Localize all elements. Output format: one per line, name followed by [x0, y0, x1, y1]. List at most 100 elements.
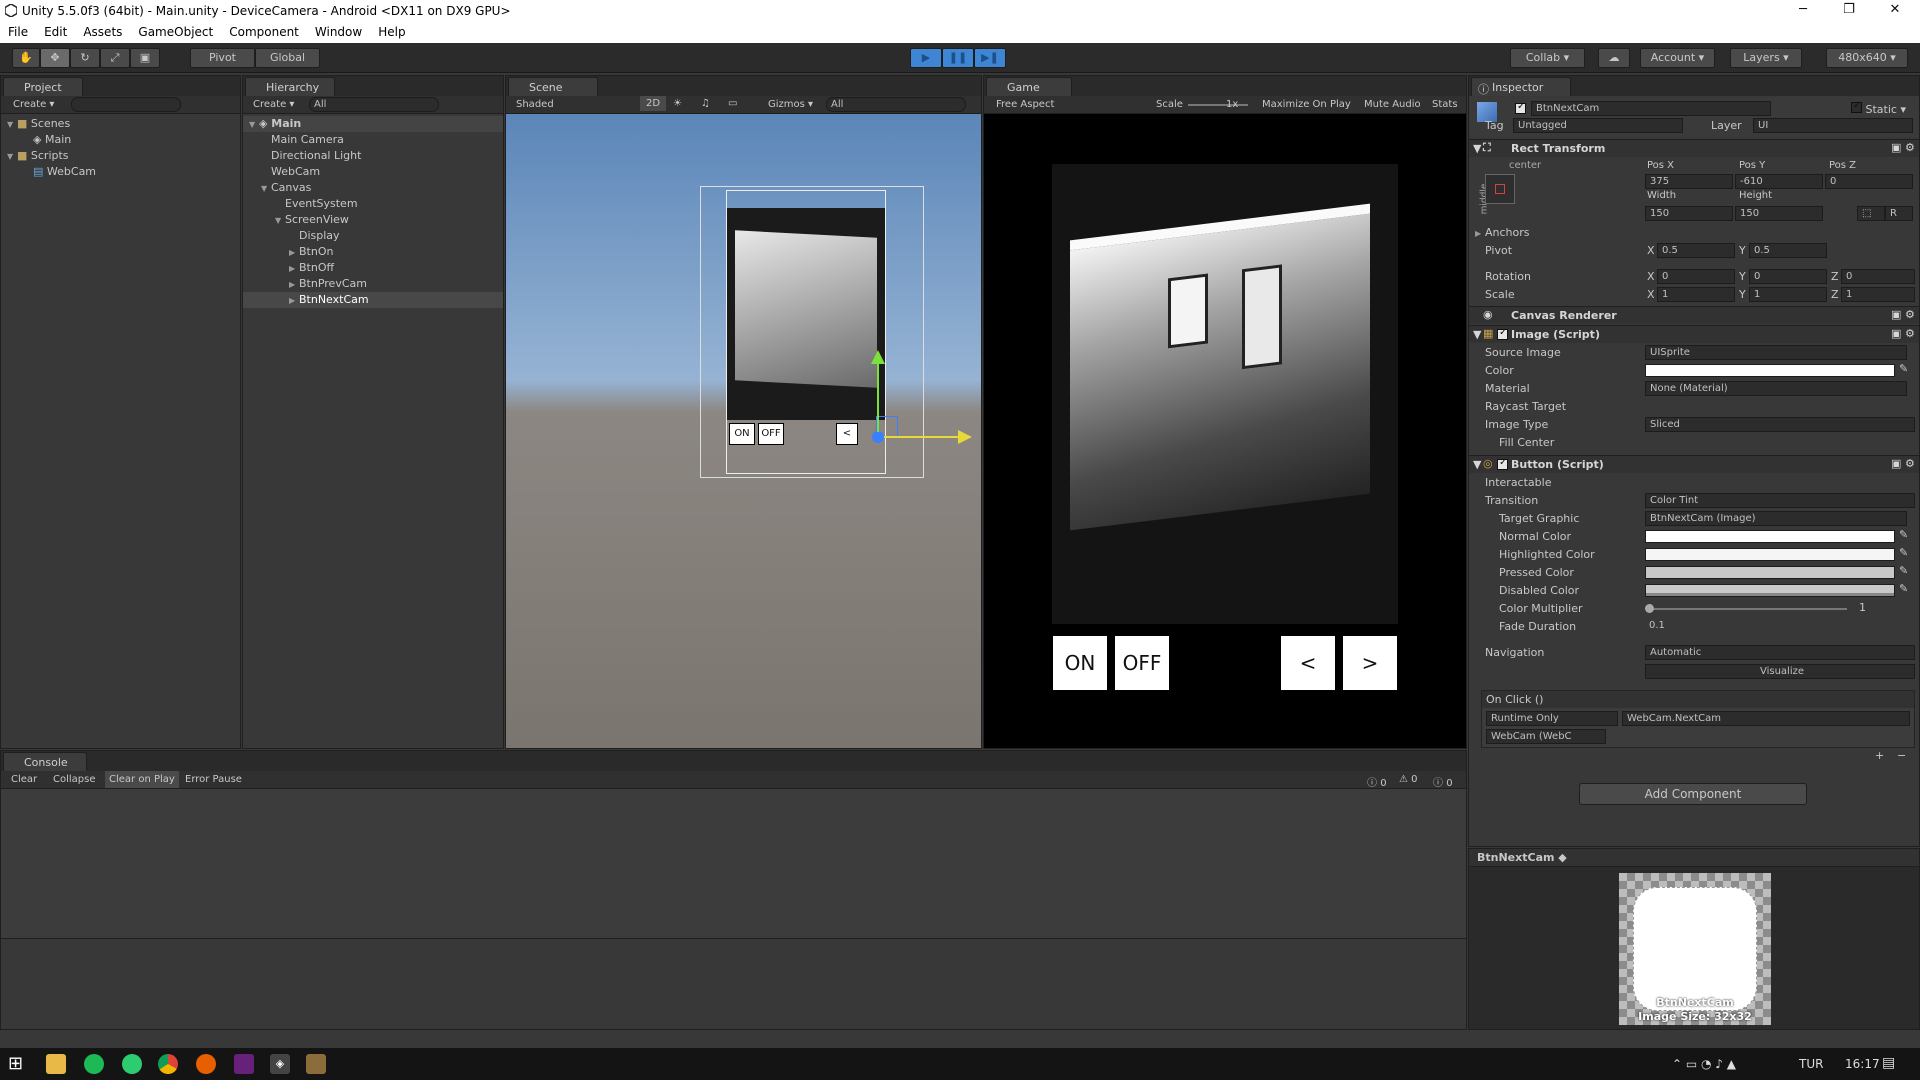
x-arrow-icon[interactable]	[958, 430, 972, 444]
pivot-y-field[interactable]: 0.5	[1749, 243, 1827, 258]
stats-toggle[interactable]: Stats	[1432, 99, 1458, 110]
image-component-header[interactable]: ▼ ▦ Image (Script) ▣ ⚙	[1469, 325, 1919, 343]
button-component-header[interactable]: ▼ ◎ Button (Script) ▣ ⚙	[1469, 455, 1919, 473]
hierarchy-create-button[interactable]: Create ▾	[253, 99, 294, 110]
eyedropper-icon[interactable]: ✎	[1899, 528, 1908, 541]
help-icon[interactable]: ▣	[1891, 308, 1901, 321]
hierarchy-item-btnnextcam[interactable]: ▶ BtnNextCam	[243, 292, 503, 308]
2d-toggle[interactable]: 2D	[640, 96, 667, 111]
transition-dropdown[interactable]: Color Tint	[1645, 493, 1915, 508]
color-multiplier-slider[interactable]	[1647, 608, 1847, 610]
layer-dropdown[interactable]: UI	[1753, 118, 1913, 133]
project-search-input[interactable]	[71, 97, 181, 112]
visualize-button[interactable]: Visualize	[1645, 664, 1915, 679]
hierarchy-item-btnprevcam[interactable]: ▶ BtnPrevCam	[243, 276, 503, 292]
anchors-foldout[interactable]: ▶ Anchors	[1475, 224, 1530, 242]
rot-y-field[interactable]: 0	[1749, 269, 1827, 284]
pressed-color-field[interactable]	[1645, 566, 1895, 579]
pivot-toggle[interactable]: Pivot	[190, 48, 255, 68]
console-collapse-toggle[interactable]: Collapse	[53, 774, 96, 785]
step-button[interactable]: ▶❚	[974, 48, 1006, 68]
menu-file[interactable]: File	[8, 22, 36, 43]
chrome-icon[interactable]	[158, 1054, 178, 1074]
eyedropper-icon[interactable]: ✎	[1899, 582, 1908, 595]
function-dropdown[interactable]: WebCam.NextCam	[1622, 711, 1910, 726]
pivot-x-field[interactable]: 0.5	[1657, 243, 1735, 258]
scale-y-field[interactable]: 1	[1749, 287, 1827, 302]
static-checkbox[interactable]	[1851, 100, 1862, 113]
project-create-button[interactable]: Create ▾	[13, 99, 54, 110]
eyedropper-icon[interactable]: ✎	[1899, 564, 1908, 577]
static-toggle[interactable]: Static ▾	[1851, 100, 1906, 116]
audio-icon[interactable]: ♫	[701, 98, 710, 109]
console-log-area[interactable]	[1, 789, 1466, 939]
tab-game[interactable]: Game	[986, 77, 1072, 96]
play-button[interactable]: ▶	[910, 48, 942, 68]
unity-taskbar-icon[interactable]: ◈	[270, 1054, 290, 1074]
posz-field[interactable]: 0	[1825, 174, 1913, 189]
scene-search-input[interactable]: All	[826, 97, 966, 112]
menu-gameobject[interactable]: GameObject	[138, 22, 221, 43]
eyedropper-icon[interactable]: ✎	[1899, 362, 1908, 375]
firefox-icon[interactable]	[196, 1054, 216, 1074]
game-btn-next[interactable]: >	[1342, 635, 1398, 691]
tag-dropdown[interactable]: Untagged	[1513, 118, 1683, 133]
menu-assets[interactable]: Assets	[83, 22, 130, 43]
account-dropdown[interactable]: Account ▾	[1640, 48, 1715, 68]
project-item-webcam[interactable]: ▤ WebCam	[7, 164, 240, 180]
hierarchy-item[interactable]: Display	[243, 228, 503, 244]
rot-z-field[interactable]: 0	[1841, 269, 1915, 284]
button-enabled-checkbox[interactable]	[1497, 457, 1508, 470]
posx-field[interactable]: 375	[1645, 174, 1733, 189]
preview-header[interactable]: BtnNextCam ◆	[1469, 849, 1919, 867]
image-color-field[interactable]	[1645, 364, 1895, 377]
add-component-button[interactable]: Add Component	[1579, 783, 1807, 805]
collab-dropdown[interactable]: Collab ▾	[1510, 48, 1585, 68]
file-explorer-icon[interactable]	[46, 1054, 66, 1074]
settings-gear-icon[interactable]: ⚙	[1905, 141, 1915, 154]
aspect-dropdown[interactable]: Free Aspect	[996, 99, 1054, 110]
help-icon[interactable]: ▣	[1891, 457, 1901, 470]
hierarchy-item[interactable]: WebCam	[243, 164, 503, 180]
console-clear-on-play-toggle[interactable]: Clear on Play	[105, 771, 179, 788]
game-btn-prev[interactable]: <	[1280, 635, 1336, 691]
light-icon[interactable]: ☀	[673, 98, 682, 109]
fade-duration-field[interactable]: 0.1	[1645, 619, 1915, 634]
eyedropper-icon[interactable]: ✎	[1899, 546, 1908, 559]
remove-listener-icon[interactable]: −	[1897, 749, 1906, 762]
hierarchy-item-canvas[interactable]: ▼ Canvas	[243, 180, 503, 196]
tab-console[interactable]: Console	[3, 752, 87, 771]
pivot-handle[interactable]	[872, 431, 884, 443]
menu-window[interactable]: Window	[315, 22, 370, 43]
language-indicator[interactable]: TUR	[1799, 1057, 1823, 1071]
posy-field[interactable]: -610	[1735, 174, 1823, 189]
disabled-color-field[interactable]	[1645, 584, 1895, 597]
help-icon[interactable]: ▣	[1891, 141, 1901, 154]
console-error-toggle[interactable]: ⓘ 0	[1433, 774, 1453, 789]
settings-gear-icon[interactable]: ⚙	[1905, 457, 1915, 470]
tray-icons[interactable]: ⌃ ▭ ◔ ♪ ▲	[1672, 1057, 1736, 1071]
console-clear-button[interactable]: Clear	[11, 774, 37, 785]
console-warn-toggle[interactable]: ⚠ 0	[1399, 774, 1418, 785]
rect-tool-icon[interactable]: ▣	[130, 48, 160, 68]
rotate-tool-icon[interactable]: ↻	[70, 48, 100, 68]
active-checkbox[interactable]	[1515, 101, 1526, 114]
highlighted-color-field[interactable]	[1645, 548, 1895, 561]
menu-component[interactable]: Component	[229, 22, 307, 43]
tab-inspector[interactable]: ⓘ Inspector	[1471, 77, 1571, 96]
scale-z-field[interactable]: 1	[1841, 287, 1915, 302]
hierarchy-item[interactable]: Directional Light	[243, 148, 503, 164]
game-viewport[interactable]: ON OFF < >	[984, 114, 1466, 748]
pause-button[interactable]: ❚❚	[942, 48, 974, 68]
visual-studio-icon[interactable]	[234, 1054, 254, 1074]
raw-edit-button[interactable]: R	[1885, 206, 1913, 221]
rect-transform-header[interactable]: ▼ ⛶ Rect Transform ▣ ⚙	[1469, 139, 1919, 157]
add-listener-icon[interactable]: +	[1875, 749, 1884, 762]
canvas-renderer-header[interactable]: ◉ Canvas Renderer ▣ ⚙	[1469, 306, 1919, 324]
minimize-button[interactable]: ─	[1780, 0, 1826, 22]
mute-audio-toggle[interactable]: Mute Audio	[1364, 99, 1421, 110]
move-tool-icon[interactable]: ✥	[40, 48, 70, 68]
scale-slider[interactable]	[1188, 104, 1248, 106]
hierarchy-scene-row[interactable]: ▼ ◈ Main	[243, 116, 503, 132]
material-field[interactable]: None (Material)	[1645, 381, 1907, 396]
